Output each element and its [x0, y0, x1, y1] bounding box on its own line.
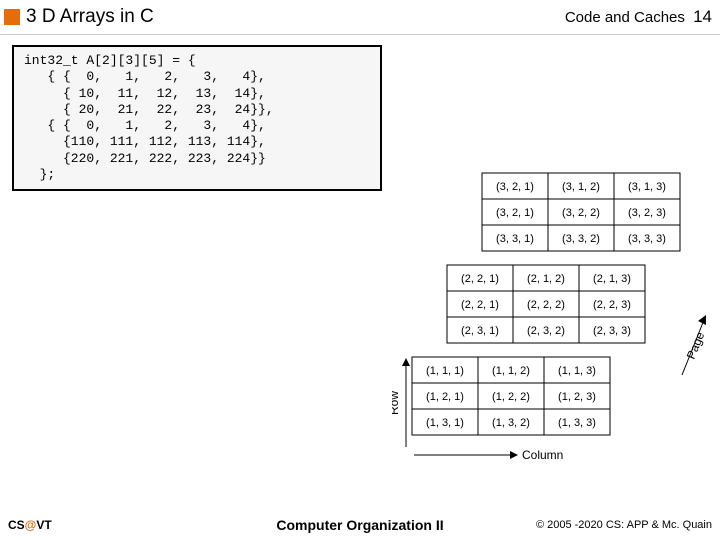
grid-cell-label: (3, 2, 2): [562, 207, 600, 219]
header-right: Code and Caches 14: [565, 7, 712, 27]
footer-vt: VT: [36, 518, 51, 532]
grid-cell-label: (1, 2, 1): [426, 391, 464, 403]
column-axis-label: Column: [522, 448, 563, 462]
grid-cell-label: (2, 1, 2): [527, 273, 565, 285]
grid-layer-2: (2, 2, 1) (2, 1, 2) (2, 1, 3) (2, 2, 1) (2, …: [447, 265, 645, 343]
footer-right: © 2005 -2020 CS: APP & Mc. Quain: [536, 519, 712, 531]
slide-content: int32_t A[2][3][5] = { { { 0, 1, 2, 3, 4…: [0, 35, 720, 495]
row-axis: Row: [392, 358, 410, 447]
grid-cell-label: (1, 3, 1): [426, 417, 464, 429]
footer-left: CS@VT: [8, 518, 52, 532]
grid-cell-label: (1, 2, 3): [558, 391, 596, 403]
grid-layer-1: (1, 1, 1) (1, 1, 2) (1, 1, 3) (1, 2, 1) (1, …: [412, 357, 610, 435]
grid-cell-label: (1, 2, 2): [492, 391, 530, 403]
grid-cell-label: (2, 3, 1): [461, 325, 499, 337]
grid-cell-label: (2, 3, 2): [527, 325, 565, 337]
grid-cell-label: (2, 2, 1): [461, 273, 499, 285]
orange-bullet-icon: [4, 9, 20, 25]
page-axis-label: Page: [684, 330, 708, 362]
footer-at: @: [25, 518, 37, 532]
grid-cell-label: (1, 1, 2): [492, 365, 530, 377]
code-block: int32_t A[2][3][5] = { { { 0, 1, 2, 3, 4…: [12, 45, 382, 191]
grid-cell-label: (1, 1, 1): [426, 365, 464, 377]
grid-cell-label: (2, 2, 3): [593, 299, 631, 311]
footer-center: Computer Organization II: [276, 517, 443, 533]
slide-header: 3 D Arrays in C Code and Caches 14: [0, 0, 720, 35]
grid-cell-label: (1, 3, 2): [492, 417, 530, 429]
column-axis: Column: [414, 448, 563, 462]
footer-cs: CS: [8, 518, 25, 532]
grid-cell-label: (3, 3, 2): [562, 233, 600, 245]
header-left: 3 D Arrays in C: [4, 6, 154, 28]
slide-title: 3 D Arrays in C: [26, 6, 154, 28]
grid-cell-label: (3, 2, 3): [628, 207, 666, 219]
array-3d-diagram: (3, 2, 1) (3, 1, 2) (3, 1, 3) (3, 2, 1) (3, …: [392, 165, 712, 485]
grid-cell-label: (2, 1, 3): [593, 273, 631, 285]
grid-cell-label: (3, 1, 2): [562, 181, 600, 193]
slide-footer: CS@VT Computer Organization II © 2005 -2…: [0, 510, 720, 540]
grid-cell-label: (2, 2, 1): [461, 299, 499, 311]
grid-cell-label: (3, 2, 1): [496, 181, 534, 193]
grid-cell-label: (1, 1, 3): [558, 365, 596, 377]
grid-cell-label: (2, 2, 2): [527, 299, 565, 311]
row-axis-label: Row: [392, 391, 401, 415]
page-number: 14: [693, 7, 712, 26]
grid-layer-3: (3, 2, 1) (3, 1, 2) (3, 1, 3) (3, 2, 1) (3, …: [482, 173, 680, 251]
grid-cell-label: (3, 2, 1): [496, 207, 534, 219]
topic-label: Code and Caches: [565, 9, 685, 26]
grid-cell-label: (3, 3, 3): [628, 233, 666, 245]
grid-cell-label: (3, 1, 3): [628, 181, 666, 193]
grid-cell-label: (1, 3, 3): [558, 417, 596, 429]
page-axis: Page: [682, 315, 707, 375]
grid-cell-label: (2, 3, 3): [593, 325, 631, 337]
grid-cell-label: (3, 3, 1): [496, 233, 534, 245]
